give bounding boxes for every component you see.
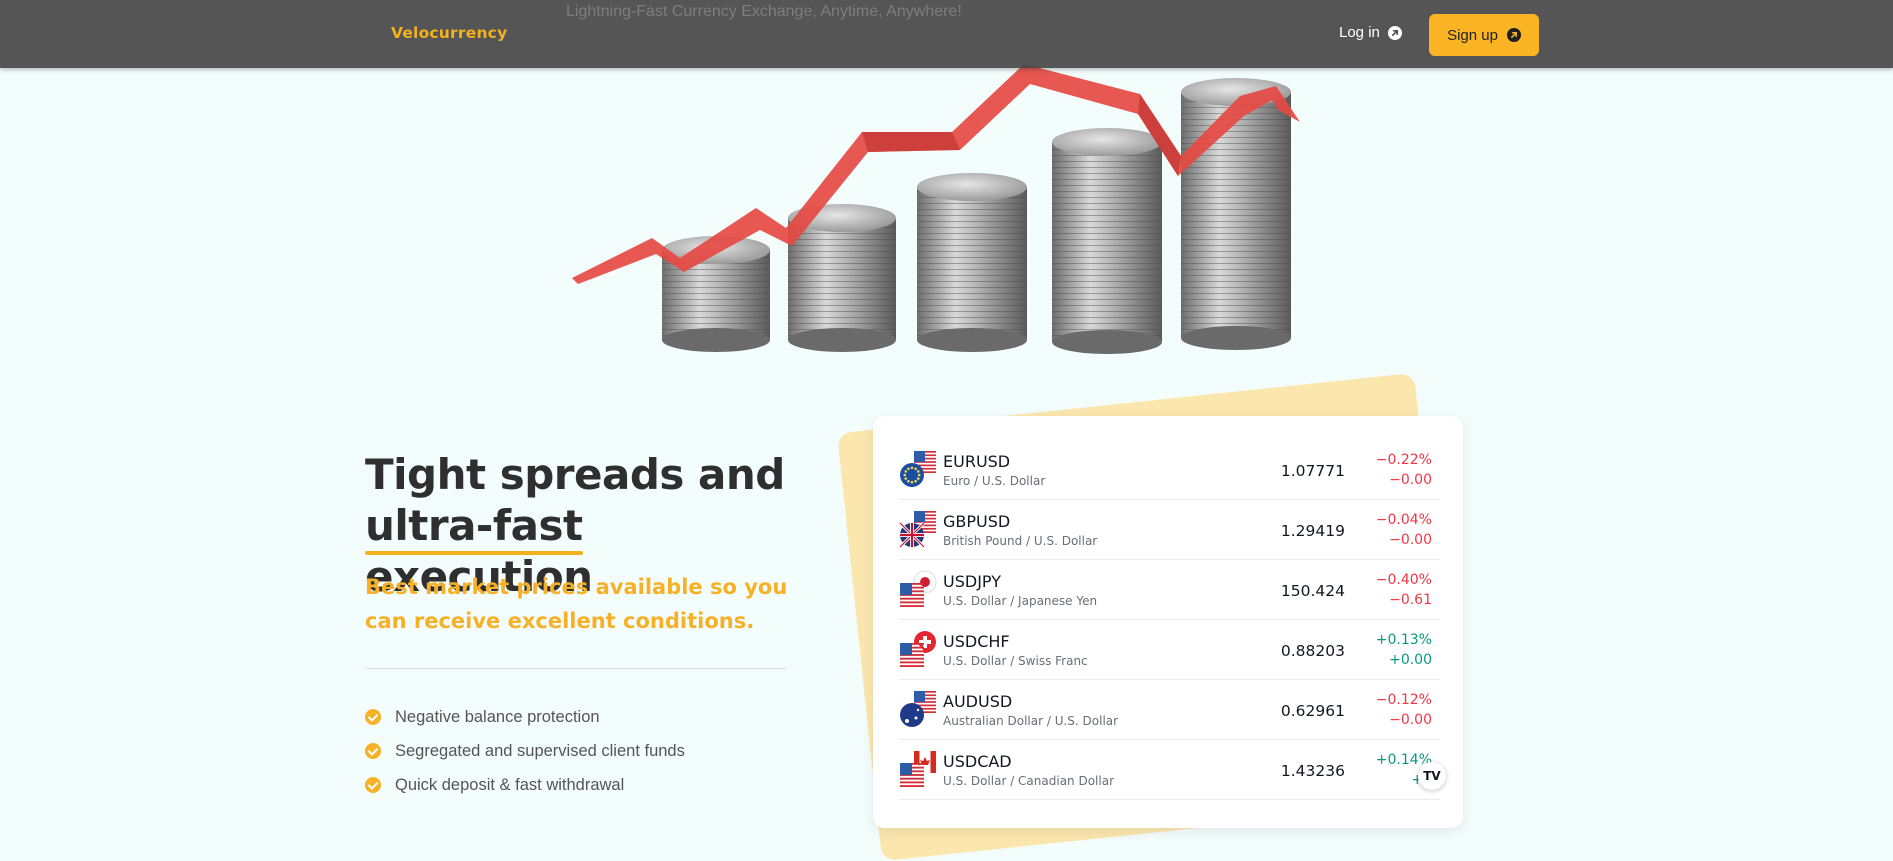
feature-label: Negative balance protection [395,707,600,726]
tradingview-logo-icon[interactable]: TV [1418,762,1446,790]
ticker-percent-change: −0.04% [1375,512,1432,528]
ticker-percent-change: −0.22% [1375,452,1432,468]
ticker-symbol: USDJPY [943,572,1001,591]
ticker-change: +0.00 [1389,652,1432,668]
check-icon [365,777,381,793]
signup-label: Sign up [1447,26,1498,44]
ticker-description: U.S. Dollar / Canadian Dollar [943,774,1115,788]
ticker-symbol: USDCHF [943,632,1010,651]
ticker-list: EURUSD Euro / U.S. Dollar 1.07771 −0.22%… [899,440,1440,800]
divider [365,668,786,669]
hero-subheading: Best market prices available so you can … [365,575,788,633]
login-button[interactable]: Log in [1339,24,1402,41]
coin-stack-3 [917,173,1027,352]
feature-label: Segregated and supervised client funds [395,741,685,760]
feature-item: Quick deposit & fast withdrawal [365,768,685,802]
ticker-price: 1.07771 [1280,462,1345,480]
ticker-percent-change: +0.13% [1375,632,1432,648]
us-flag-icon [900,751,936,787]
arrow-circle-icon [1387,25,1402,40]
eu-flag-icon [900,451,936,487]
ticker-price: 0.62961 [1280,702,1345,720]
ticker-change: −0.00 [1389,472,1432,488]
tagline: Lightning-Fast Currency Exchange, Anytim… [566,3,962,20]
ticker-row[interactable]: USDCHF U.S. Dollar / Swiss Franc 0.88203… [899,620,1440,680]
ticker-change: −0.61 [1389,592,1432,608]
ticker-description: Euro / U.S. Dollar [943,474,1046,488]
ticker-percent-change: −0.40% [1375,572,1432,588]
ticker-symbol: EURUSD [943,452,1011,471]
headline-underlined-word: ultra-fast [365,501,583,555]
ticker-description: Australian Dollar / U.S. Dollar [943,714,1119,728]
signup-button[interactable]: Sign up [1429,14,1539,56]
arrow-circle-icon [1506,28,1521,42]
uk-flag-icon [899,511,936,548]
ticker-percent-change: −0.12% [1375,692,1432,708]
ticker-change: −0.00 [1389,532,1432,548]
currency-ticker-widget: EURUSD Euro / U.S. Dollar 1.07771 −0.22%… [873,416,1463,828]
ticker-price: 1.43236 [1280,762,1345,780]
feature-list: Negative balance protection Segregated a… [365,700,685,802]
headline-line-1: Tight spreads and [365,450,785,499]
ticker-symbol: AUDUSD [943,692,1013,711]
brand-logo[interactable]: Velocurrency [391,24,507,42]
ticker-symbol: GBPUSD [943,512,1011,531]
ticker-row[interactable]: EURUSD Euro / U.S. Dollar 1.07771 −0.22%… [899,440,1440,500]
feature-item: Negative balance protection [365,700,685,734]
ticker-description: U.S. Dollar / Japanese Yen [943,594,1098,608]
ticker-price: 0.88203 [1280,642,1345,660]
us-flag-icon [900,570,937,607]
ticker-row[interactable]: AUDUSD Australian Dollar / U.S. Dollar 0… [899,680,1440,740]
ticker-row[interactable]: GBPUSD British Pound / U.S. Dollar 1.294… [899,500,1440,560]
us-flag-icon [900,631,936,667]
login-label: Log in [1339,24,1380,41]
feature-item: Segregated and supervised client funds [365,734,685,768]
check-icon [365,743,381,759]
ticker-change: −0.00 [1389,712,1432,728]
feature-label: Quick deposit & fast withdrawal [395,775,625,794]
top-navbar: Velocurrency Lightning-Fast Currency Exc… [0,0,1893,68]
ticker-symbol: USDCAD [943,752,1012,771]
ticker-price: 1.29419 [1280,522,1345,540]
au-flag-icon [900,691,936,727]
ticker-row[interactable]: USDCAD U.S. Dollar / Canadian Dollar 1.4… [899,740,1440,800]
ticker-description: U.S. Dollar / Swiss Franc [943,654,1088,668]
ticker-row[interactable]: USDJPY U.S. Dollar / Japanese Yen 150.42… [899,560,1440,620]
ticker-description: British Pound / U.S. Dollar [943,534,1098,548]
ticker-price: 150.424 [1280,582,1345,600]
check-icon [365,709,381,725]
coin-stack-4 [1052,128,1162,354]
